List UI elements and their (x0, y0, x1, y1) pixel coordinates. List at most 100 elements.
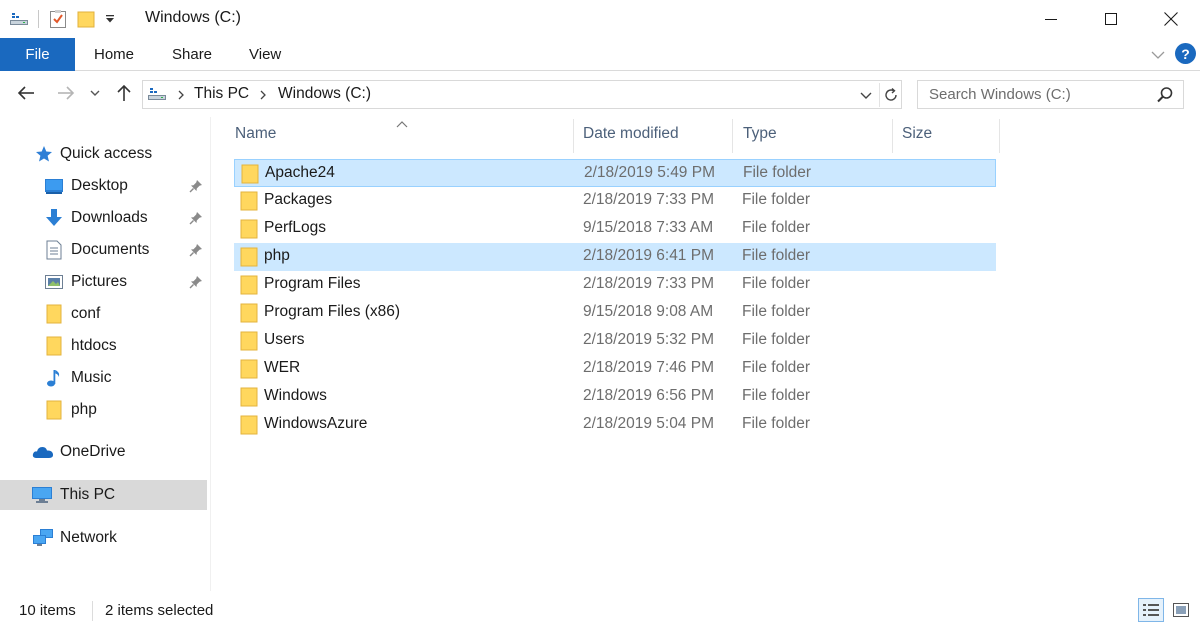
nav-item-pictures[interactable]: Pictures (0, 267, 207, 297)
folder-icon (239, 387, 259, 407)
forward-arrow-icon (58, 86, 75, 100)
forward-button[interactable] (54, 81, 78, 105)
nav-item-network[interactable]: Network (0, 523, 207, 553)
nav-item-music[interactable]: Music (0, 363, 207, 393)
pictures-icon (43, 272, 65, 292)
pin-icon[interactable] (188, 178, 204, 194)
file-date: 2/18/2019 7:46 PM (583, 359, 714, 376)
minimize-button[interactable] (1020, 0, 1082, 38)
table-row[interactable]: Program Files 2/18/2019 7:33 PM File fol… (234, 271, 996, 299)
file-name: Windows (264, 387, 327, 404)
title-bar: Windows (C:) (0, 0, 1200, 38)
maximize-button[interactable] (1080, 0, 1142, 38)
file-name: Program Files (264, 275, 361, 292)
expand-ribbon-icon[interactable] (1149, 46, 1167, 64)
folder-icon (43, 400, 65, 420)
table-row[interactable]: Apache24 2/18/2019 5:49 PM File folder (234, 159, 996, 187)
desktop-icon (43, 176, 65, 196)
properties-icon[interactable] (47, 8, 69, 30)
search-placeholder: Search Windows (C:) (929, 86, 1071, 103)
large-icons-view-icon (1173, 603, 1189, 617)
tab-home[interactable]: Home (94, 38, 134, 71)
folder-icon (239, 303, 259, 323)
up-button[interactable] (112, 81, 136, 105)
file-type: File folder (742, 303, 811, 320)
tab-view[interactable]: View (249, 38, 281, 71)
breadcrumb-windows-c[interactable]: Windows (C:) (278, 85, 371, 103)
file-date: 2/18/2019 5:32 PM (583, 331, 714, 348)
column-header-name[interactable]: Name (235, 117, 572, 151)
help-icon[interactable]: ? (1175, 43, 1196, 64)
chevron-right-icon[interactable] (256, 87, 270, 103)
close-button[interactable] (1140, 0, 1200, 38)
nav-item-documents[interactable]: Documents (0, 235, 207, 265)
nav-item-onedrive[interactable]: OneDrive (0, 437, 207, 467)
documents-icon (43, 240, 65, 260)
quick-access-toolbar (8, 6, 123, 32)
pin-icon[interactable] (188, 274, 204, 290)
chevron-right-icon[interactable] (174, 87, 188, 103)
file-name: Program Files (x86) (264, 303, 401, 320)
nav-item-this-pc[interactable]: This PC (0, 480, 207, 510)
back-arrow-icon (17, 86, 34, 100)
pin-icon[interactable] (188, 210, 204, 226)
file-name: Users (264, 331, 305, 348)
file-name: PerfLogs (264, 219, 327, 236)
nav-item-downloads[interactable]: Downloads (0, 203, 207, 233)
file-date: 2/18/2019 6:41 PM (583, 247, 714, 264)
column-header-date-modified[interactable]: Date modified (583, 117, 728, 151)
column-divider[interactable] (573, 119, 574, 153)
column-divider[interactable] (732, 119, 733, 153)
this-pc-icon (146, 85, 168, 105)
table-row[interactable]: Packages 2/18/2019 7:33 PM File folder (234, 187, 996, 215)
column-header-type[interactable]: Type (743, 117, 888, 151)
details-view-button[interactable] (1138, 598, 1164, 622)
refresh-button[interactable] (879, 83, 901, 107)
nav-item-conf[interactable]: conf (0, 299, 207, 329)
column-header-size[interactable]: Size (902, 117, 997, 151)
status-divider (92, 601, 93, 621)
breadcrumb-this-pc[interactable]: This PC (194, 85, 249, 103)
address-bar[interactable]: This PC Windows (C:) (142, 80, 902, 109)
nav-label: OneDrive (60, 443, 126, 460)
search-input[interactable]: Search Windows (C:) (917, 80, 1184, 109)
maximize-icon (1105, 13, 1117, 25)
search-icon[interactable] (1156, 86, 1174, 104)
nav-item-php[interactable]: php (0, 395, 207, 425)
table-row[interactable]: Users 2/18/2019 5:32 PM File folder (234, 327, 996, 355)
new-folder-icon[interactable] (75, 8, 97, 30)
table-row[interactable]: PerfLogs 9/15/2018 7:33 AM File folder (234, 215, 996, 243)
pin-icon[interactable] (188, 242, 204, 258)
nav-item-quick-access[interactable]: Quick access (0, 139, 207, 169)
nav-label: Quick access (60, 145, 153, 162)
nav-label: Pictures (71, 273, 127, 290)
tab-file[interactable]: File (0, 38, 75, 71)
large-icons-view-button[interactable] (1168, 598, 1194, 622)
table-row[interactable]: Windows 2/18/2019 6:56 PM File folder (234, 383, 996, 411)
nav-label: Desktop (71, 177, 128, 194)
table-row[interactable]: Program Files (x86) 9/15/2018 9:08 AM Fi… (234, 299, 996, 327)
drive-icon[interactable] (8, 8, 30, 30)
file-type: File folder (742, 415, 811, 432)
star-icon (33, 144, 55, 164)
recent-locations-button[interactable] (86, 81, 104, 105)
minimize-icon (1045, 19, 1057, 20)
nav-item-desktop[interactable]: Desktop (0, 171, 207, 201)
address-history-dropdown[interactable] (857, 86, 877, 104)
table-row[interactable]: WindowsAzure 2/18/2019 5:04 PM File fold… (234, 411, 996, 439)
column-divider[interactable] (892, 119, 893, 153)
customize-toolbar-icon[interactable] (103, 8, 117, 30)
column-divider[interactable] (999, 119, 1000, 153)
tab-share[interactable]: Share (172, 38, 212, 71)
table-row[interactable]: php 2/18/2019 6:41 PM File folder (234, 243, 996, 271)
folder-icon (43, 336, 65, 356)
close-icon (1164, 12, 1178, 26)
folder-icon (239, 415, 259, 435)
up-arrow-icon (117, 84, 131, 101)
table-row[interactable]: WER 2/18/2019 7:46 PM File folder (234, 355, 996, 383)
file-name: WER (264, 359, 301, 376)
back-button[interactable] (14, 81, 38, 105)
nav-item-htdocs[interactable]: htdocs (0, 331, 207, 361)
file-type: File folder (742, 359, 811, 376)
item-count: 10 items (19, 602, 76, 619)
